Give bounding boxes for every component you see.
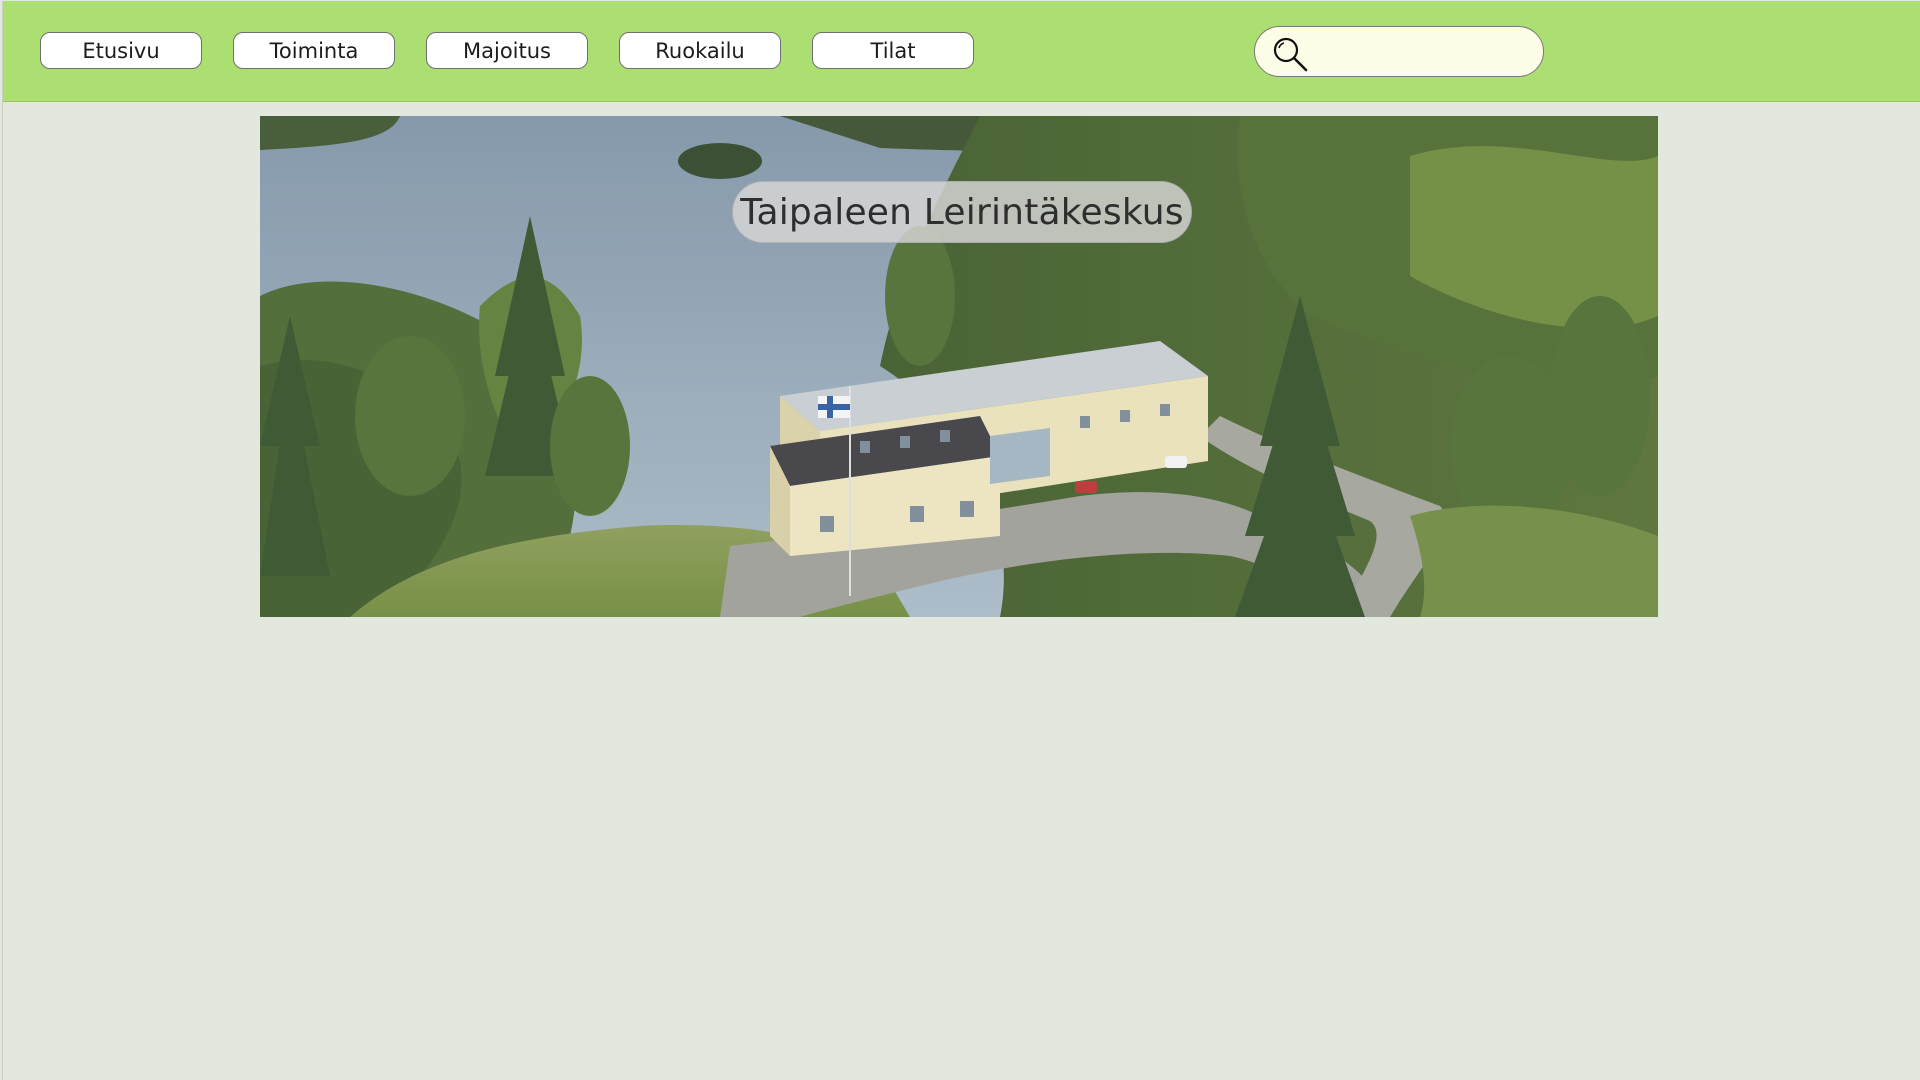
hero-title: Taipaleen Leirintäkeskus [732, 181, 1192, 243]
search-icon[interactable] [1271, 35, 1309, 73]
top-navigation-bar: Etusivu Toiminta Majoitus Ruokailu Tilat [3, 1, 1920, 102]
nav-button-etusivu[interactable]: Etusivu [40, 32, 202, 69]
nav-button-toiminta[interactable]: Toiminta [233, 32, 395, 69]
nav-button-tilat[interactable]: Tilat [812, 32, 974, 69]
search-input[interactable] [1315, 35, 1529, 71]
page: Etusivu Toiminta Majoitus Ruokailu Tilat [2, 1, 1920, 1080]
search-box[interactable] [1254, 26, 1544, 77]
hero-banner: Taipaleen Leirintäkeskus [260, 116, 1658, 617]
nav-button-majoitus[interactable]: Majoitus [426, 32, 588, 69]
nav-button-ruokailu[interactable]: Ruokailu [619, 32, 781, 69]
